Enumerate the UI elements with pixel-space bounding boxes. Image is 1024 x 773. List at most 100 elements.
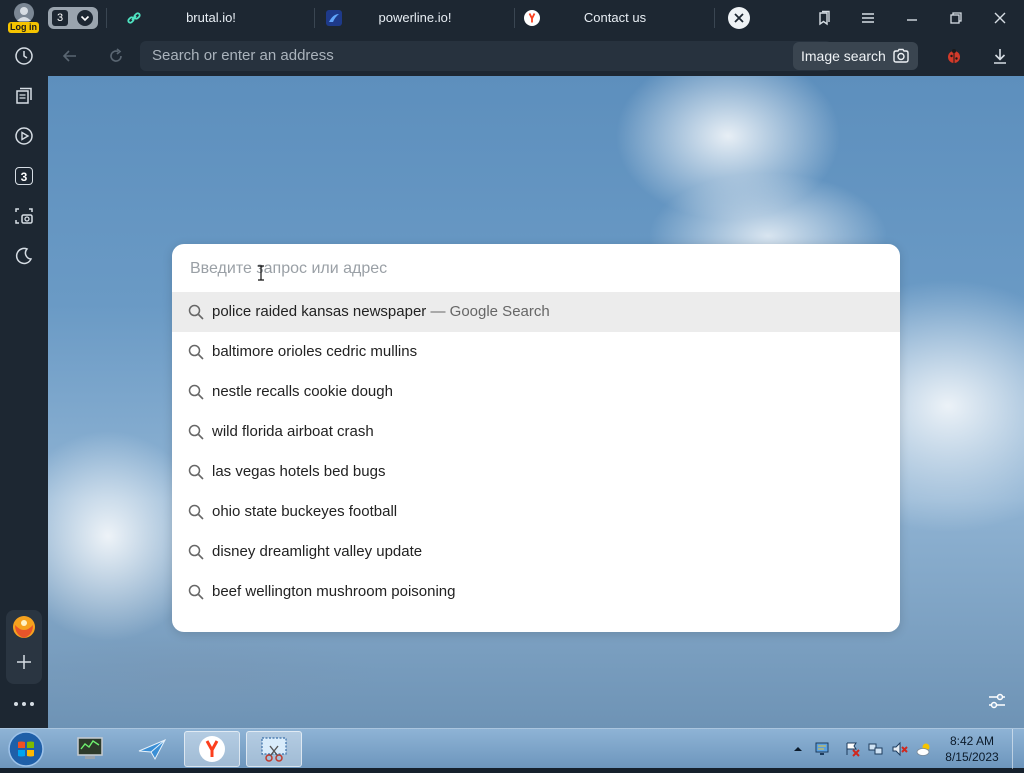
address-bar[interactable]: Search or enter an address <box>140 41 832 71</box>
sliders-icon <box>989 693 1005 709</box>
menu-button[interactable] <box>846 0 890 36</box>
text-cursor-icon <box>258 265 264 281</box>
suggestion-item[interactable]: ohio state buckeyes football <box>172 492 900 532</box>
suggestion-text: police raided kansas newspaper — Google … <box>212 303 550 320</box>
chevron-down-icon <box>77 10 93 26</box>
action-center-icon[interactable] <box>844 741 860 757</box>
search-icon <box>188 344 204 360</box>
tabs-sidebar-button[interactable]: 3 <box>12 164 36 188</box>
suggestion-item[interactable]: police raided kansas newspaper — Google … <box>172 292 900 332</box>
alice-assistant-button[interactable] <box>12 615 36 639</box>
collections-sidebar-button[interactable] <box>12 84 36 108</box>
show-hidden-icons-button[interactable] <box>790 741 806 757</box>
play-icon <box>15 127 33 145</box>
tab-contact-us[interactable]: Contact us <box>516 0 714 36</box>
suggestion-text: las vegas hotels bed bugs <box>212 463 386 480</box>
suggestion-text: disney dreamlight valley update <box>212 543 423 560</box>
suggestion-hint: — Google Search <box>426 303 550 320</box>
search-icon <box>188 464 204 480</box>
more-dots-icon <box>14 702 34 706</box>
minimize-icon <box>907 19 917 21</box>
search-input[interactable] <box>188 258 882 280</box>
tabs-badge-count: 3 <box>20 170 28 184</box>
hamburger-icon <box>862 13 874 23</box>
sidebar-more-button[interactable] <box>12 696 36 712</box>
tabs-badge: 3 <box>15 167 33 185</box>
suggestion-item[interactable]: wild florida airboat crash <box>172 412 900 452</box>
new-tab-page: police raided kansas newspaper — Google … <box>48 76 1024 728</box>
collections-button[interactable] <box>802 0 846 36</box>
weather-tray-icon[interactable] <box>916 741 932 757</box>
ladybug-icon <box>948 49 960 63</box>
user-avatar-icon <box>14 3 34 23</box>
address-placeholder: Search or enter an address <box>152 47 334 64</box>
tab-label: Contact us <box>583 10 647 25</box>
suggestion-text: wild florida airboat crash <box>212 423 374 440</box>
close-icon <box>994 12 1006 24</box>
plus-icon <box>17 655 31 669</box>
volume-muted-icon[interactable] <box>892 741 908 757</box>
suggestion-text: ohio state buckeyes football <box>212 503 398 520</box>
start-button[interactable] <box>6 730 46 768</box>
restore-button[interactable] <box>934 0 978 36</box>
close-window-button[interactable] <box>978 0 1022 36</box>
taskbar-yandex-browser[interactable] <box>184 731 240 767</box>
downloads-button[interactable] <box>990 46 1010 66</box>
close-tab-button[interactable] <box>728 7 750 29</box>
bookmarks-icon <box>819 10 830 26</box>
clock-date: 8/15/2023 <box>945 750 999 764</box>
add-app-button[interactable] <box>14 652 34 672</box>
minimize-button[interactable] <box>890 0 934 36</box>
video-button[interactable] <box>12 124 36 148</box>
clock-icon <box>15 47 33 65</box>
search-icon <box>188 584 204 600</box>
search-icon <box>188 384 204 400</box>
search-icon <box>188 544 204 560</box>
network-status-icon[interactable] <box>868 741 884 757</box>
suggestion-item[interactable]: nestle recalls cookie dough <box>172 372 900 412</box>
arrow-left-icon <box>62 50 76 62</box>
alice-icon <box>13 616 35 638</box>
taskbar-monitor-app[interactable] <box>62 731 118 767</box>
suggestion-text: baltimore orioles cedric mullins <box>212 343 418 360</box>
camera-icon <box>893 48 909 63</box>
clock-time: 8:42 AM <box>949 734 995 748</box>
tab-label: brutal.io! <box>186 10 236 25</box>
image-search-button[interactable]: Image search <box>793 42 918 70</box>
search-icon <box>188 504 204 520</box>
suggestion-item[interactable]: baltimore orioles cedric mullins <box>172 332 900 372</box>
show-desktop-button[interactable] <box>1012 729 1024 769</box>
navigation-toolbar: Search or enter an address Image search <box>48 36 1024 76</box>
yandex-browser-icon <box>199 736 225 762</box>
reload-button[interactable] <box>106 46 126 66</box>
tab-bar: Log in 3 brutal.io! powerline.io! Contac… <box>0 0 1024 36</box>
system-monitor-icon <box>77 737 103 759</box>
search-suggestions-panel: police raided kansas newspaper — Google … <box>172 244 900 632</box>
search-icon <box>188 424 204 440</box>
profile-button[interactable]: Log in <box>6 3 42 33</box>
suggestion-item[interactable]: beef wellington mushroom poisoning <box>172 572 900 612</box>
extension-button[interactable] <box>944 46 964 66</box>
tab-brutal[interactable]: brutal.io! <box>108 0 314 36</box>
page-settings-button[interactable] <box>986 690 1008 712</box>
back-button[interactable] <box>60 46 80 66</box>
close-icon <box>734 13 744 23</box>
login-label[interactable]: Log in <box>8 22 39 33</box>
taskbar-snipping-tool[interactable] <box>246 731 302 767</box>
tab-counter-button[interactable]: 3 <box>48 7 98 29</box>
tab-powerline[interactable]: powerline.io! <box>316 0 514 36</box>
taskbar-clock[interactable]: 8:42 AM 8/15/2023 <box>940 733 1004 765</box>
restore-icon <box>950 12 962 24</box>
screenshot-button[interactable] <box>12 204 36 228</box>
history-button[interactable] <box>12 44 36 68</box>
suggestion-text: beef wellington mushroom poisoning <box>212 583 456 600</box>
dark-mode-button[interactable] <box>12 244 36 268</box>
suggestion-item[interactable]: las vegas hotels bed bugs <box>172 452 900 492</box>
moon-icon <box>15 247 33 265</box>
network-tray-icon[interactable] <box>814 741 830 757</box>
sidebar: 3 <box>0 36 48 728</box>
search-icon <box>188 304 204 320</box>
suggestion-item[interactable]: disney dreamlight valley update <box>172 532 900 572</box>
tab-count: 3 <box>52 10 68 26</box>
taskbar-mail-app[interactable] <box>124 731 180 767</box>
